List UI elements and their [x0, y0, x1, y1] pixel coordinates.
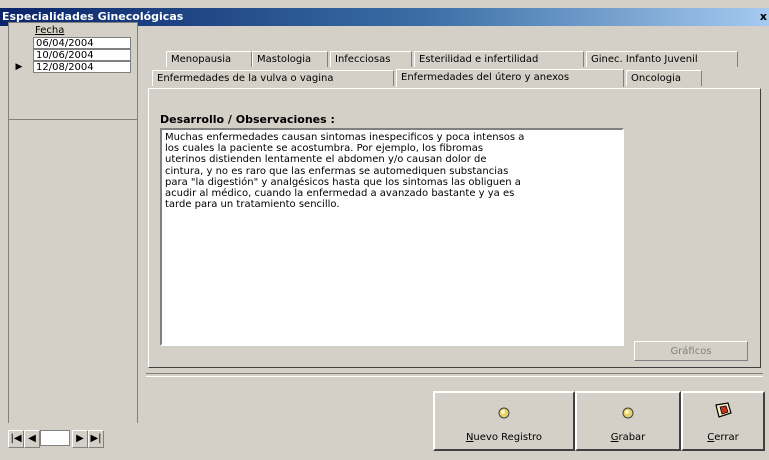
date-column-header[interactable]: Fecha [33, 24, 131, 37]
record-number-field[interactable] [40, 430, 70, 446]
observaciones-textarea[interactable]: Muchas enfermedades causan sintomas ines… [160, 128, 624, 346]
tab-mastologia[interactable]: Mastologia [252, 51, 328, 67]
record-navigator: |◀ ◀ ▶ ▶| [8, 430, 136, 448]
first-record-button[interactable]: |◀ [8, 430, 24, 448]
close-icon[interactable]: x [760, 8, 767, 26]
tab-infanto-juvenil[interactable]: Ginec. Infanto Juvenil [586, 51, 738, 67]
tab-vulva-vagina[interactable]: Enfermedades de la vulva o vagina [152, 70, 394, 86]
grabar-button[interactable]: Grabar [575, 391, 681, 451]
next-record-button[interactable]: ▶ [72, 430, 88, 448]
prev-record-button[interactable]: ◀ [24, 430, 40, 448]
exit-door-icon [715, 402, 732, 418]
tab-utero-anexos[interactable]: Enfermedades del útero y anexos [396, 69, 624, 87]
nuevo-registro-label: Nuevo Registro [465, 432, 543, 443]
row-selector-icon: ▶ [15, 62, 23, 72]
observaciones-label: Desarrollo / Observaciones : [160, 113, 335, 126]
divider [146, 373, 763, 377]
new-record-icon [498, 407, 510, 419]
grabar-label: Grabar [610, 432, 646, 443]
tab-esterilidad[interactable]: Esterilidad e infertilidad [414, 51, 584, 67]
date-row[interactable]: 12/08/2004 [33, 61, 131, 73]
tab-infecciosas[interactable]: Infecciosas [330, 51, 412, 67]
app-window: Especialidades Ginecológicas x Fecha 06/… [0, 0, 769, 460]
cerrar-label: Cerrar [707, 432, 739, 443]
graficos-button[interactable]: Gráficos [634, 341, 748, 361]
save-icon [622, 407, 634, 419]
nuevo-registro-button[interactable]: Nuevo Registro [433, 391, 575, 451]
date-row[interactable]: 10/06/2004 [33, 49, 131, 61]
cerrar-button[interactable]: Cerrar [681, 391, 765, 451]
date-list-body [8, 118, 138, 423]
date-row[interactable]: 06/04/2004 [33, 37, 131, 49]
tab-oncologia[interactable]: Oncologia [626, 70, 702, 86]
tab-menopausia[interactable]: Menopausia [166, 51, 252, 67]
last-record-button[interactable]: ▶| [88, 430, 104, 448]
